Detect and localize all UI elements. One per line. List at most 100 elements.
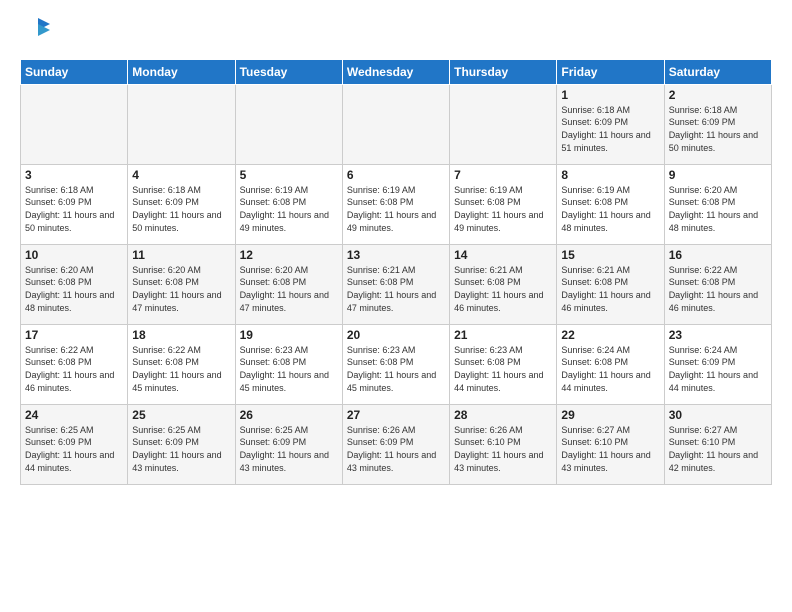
day-info: Sunrise: 6:18 AM Sunset: 6:09 PM Dayligh… [561, 104, 659, 154]
day-info: Sunrise: 6:21 AM Sunset: 6:08 PM Dayligh… [347, 264, 445, 314]
calendar-cell: 21Sunrise: 6:23 AM Sunset: 6:08 PM Dayli… [450, 324, 557, 404]
calendar-week-row: 17Sunrise: 6:22 AM Sunset: 6:08 PM Dayli… [21, 324, 772, 404]
day-number: 20 [347, 328, 445, 342]
calendar-week-row: 3 Sunrise: 6:18 AM Sunset: 6:09 PM Daylig… [21, 164, 772, 244]
calendar-cell: 27 Sunrise: 6:26 AM Sunset: 6:09 PM Dayli… [342, 404, 449, 484]
weekday-header-monday: Monday [128, 59, 235, 84]
weekday-header-sunday: Sunday [21, 59, 128, 84]
day-number: 13 [347, 248, 445, 262]
calendar-cell: 5 Sunrise: 6:19 AM Sunset: 6:08 PM Daylig… [235, 164, 342, 244]
weekday-header-wednesday: Wednesday [342, 59, 449, 84]
day-info: Sunrise: 6:20 AM Sunset: 6:08 PM Dayligh… [25, 264, 123, 314]
calendar-cell: 22 Sunrise: 6:24 AM Sunset: 6:08 PM Dayli… [557, 324, 664, 404]
day-number: 9 [669, 168, 767, 182]
day-number: 8 [561, 168, 659, 182]
calendar-cell: 7Sunrise: 6:19 AM Sunset: 6:08 PM Daylig… [450, 164, 557, 244]
calendar-cell: 26 Sunrise: 6:25 AM Sunset: 6:09 PM Dayli… [235, 404, 342, 484]
day-number: 6 [347, 168, 445, 182]
day-number: 23 [669, 328, 767, 342]
day-number: 4 [132, 168, 230, 182]
calendar-cell: 18 Sunrise: 6:22 AM Sunset: 6:08 PM Dayli… [128, 324, 235, 404]
weekday-header-tuesday: Tuesday [235, 59, 342, 84]
day-info: Sunrise: 6:21 AM Sunset: 6:08 PM Dayligh… [454, 264, 552, 314]
calendar-cell [21, 84, 128, 164]
day-info: Sunrise: 6:18 AM Sunset: 6:09 PM Dayligh… [132, 184, 230, 234]
day-info: Sunrise: 6:25 AM Sunset: 6:09 PM Dayligh… [240, 424, 338, 474]
calendar-cell: 24Sunrise: 6:25 AM Sunset: 6:09 PM Dayli… [21, 404, 128, 484]
day-number: 25 [132, 408, 230, 422]
logo-text [20, 16, 52, 49]
day-info: Sunrise: 6:26 AM Sunset: 6:09 PM Dayligh… [347, 424, 445, 474]
day-info: Sunrise: 6:24 AM Sunset: 6:08 PM Dayligh… [561, 344, 659, 394]
day-number: 10 [25, 248, 123, 262]
day-info: Sunrise: 6:26 AM Sunset: 6:10 PM Dayligh… [454, 424, 552, 474]
day-number: 7 [454, 168, 552, 182]
calendar-cell: 12 Sunrise: 6:20 AM Sunset: 6:08 PM Dayli… [235, 244, 342, 324]
day-number: 22 [561, 328, 659, 342]
calendar-cell: 23 Sunrise: 6:24 AM Sunset: 6:09 PM Dayli… [664, 324, 771, 404]
weekday-header-thursday: Thursday [450, 59, 557, 84]
calendar-cell: 19 Sunrise: 6:23 AM Sunset: 6:08 PM Dayli… [235, 324, 342, 404]
calendar-cell [450, 84, 557, 164]
day-number: 26 [240, 408, 338, 422]
day-number: 14 [454, 248, 552, 262]
calendar-cell: 6 Sunrise: 6:19 AM Sunset: 6:08 PM Daylig… [342, 164, 449, 244]
day-number: 27 [347, 408, 445, 422]
calendar-week-row: 1 Sunrise: 6:18 AM Sunset: 6:09 PM Daylig… [21, 84, 772, 164]
calendar-cell: 30 Sunrise: 6:27 AM Sunset: 6:10 PM Dayli… [664, 404, 771, 484]
calendar-cell: 20 Sunrise: 6:23 AM Sunset: 6:08 PM Dayli… [342, 324, 449, 404]
day-info: Sunrise: 6:18 AM Sunset: 6:09 PM Dayligh… [25, 184, 123, 234]
day-info: Sunrise: 6:20 AM Sunset: 6:08 PM Dayligh… [132, 264, 230, 314]
day-number: 15 [561, 248, 659, 262]
calendar-cell: 3 Sunrise: 6:18 AM Sunset: 6:09 PM Daylig… [21, 164, 128, 244]
day-number: 28 [454, 408, 552, 422]
day-info: Sunrise: 6:20 AM Sunset: 6:08 PM Dayligh… [669, 184, 767, 234]
calendar-cell: 1 Sunrise: 6:18 AM Sunset: 6:09 PM Daylig… [557, 84, 664, 164]
day-info: Sunrise: 6:23 AM Sunset: 6:08 PM Dayligh… [347, 344, 445, 394]
day-info: Sunrise: 6:23 AM Sunset: 6:08 PM Dayligh… [240, 344, 338, 394]
day-number: 30 [669, 408, 767, 422]
calendar-table: SundayMondayTuesdayWednesdayThursdayFrid… [20, 59, 772, 485]
day-number: 16 [669, 248, 767, 262]
calendar-cell: 2 Sunrise: 6:18 AM Sunset: 6:09 PM Daylig… [664, 84, 771, 164]
day-number: 3 [25, 168, 123, 182]
day-number: 18 [132, 328, 230, 342]
day-info: Sunrise: 6:23 AM Sunset: 6:08 PM Dayligh… [454, 344, 552, 394]
day-info: Sunrise: 6:27 AM Sunset: 6:10 PM Dayligh… [669, 424, 767, 474]
header [20, 16, 772, 49]
calendar-cell: 9 Sunrise: 6:20 AM Sunset: 6:08 PM Daylig… [664, 164, 771, 244]
calendar-cell: 17Sunrise: 6:22 AM Sunset: 6:08 PM Dayli… [21, 324, 128, 404]
calendar-cell: 11 Sunrise: 6:20 AM Sunset: 6:08 PM Dayli… [128, 244, 235, 324]
calendar-cell [342, 84, 449, 164]
day-info: Sunrise: 6:21 AM Sunset: 6:08 PM Dayligh… [561, 264, 659, 314]
day-info: Sunrise: 6:22 AM Sunset: 6:08 PM Dayligh… [669, 264, 767, 314]
day-info: Sunrise: 6:25 AM Sunset: 6:09 PM Dayligh… [132, 424, 230, 474]
calendar-cell: 16 Sunrise: 6:22 AM Sunset: 6:08 PM Dayli… [664, 244, 771, 324]
day-info: Sunrise: 6:19 AM Sunset: 6:08 PM Dayligh… [240, 184, 338, 234]
calendar-cell [235, 84, 342, 164]
calendar-cell: 14 Sunrise: 6:21 AM Sunset: 6:08 PM Dayli… [450, 244, 557, 324]
logo [20, 16, 52, 49]
weekday-header-friday: Friday [557, 59, 664, 84]
day-info: Sunrise: 6:22 AM Sunset: 6:08 PM Dayligh… [132, 344, 230, 394]
day-info: Sunrise: 6:19 AM Sunset: 6:08 PM Dayligh… [347, 184, 445, 234]
page: SundayMondayTuesdayWednesdayThursdayFrid… [0, 0, 792, 495]
day-info: Sunrise: 6:18 AM Sunset: 6:09 PM Dayligh… [669, 104, 767, 154]
calendar-cell: 28 Sunrise: 6:26 AM Sunset: 6:10 PM Dayli… [450, 404, 557, 484]
day-number: 11 [132, 248, 230, 262]
logo-flag-icon [24, 16, 52, 44]
day-number: 19 [240, 328, 338, 342]
day-number: 1 [561, 88, 659, 102]
calendar-cell: 25 Sunrise: 6:25 AM Sunset: 6:09 PM Dayli… [128, 404, 235, 484]
day-info: Sunrise: 6:20 AM Sunset: 6:08 PM Dayligh… [240, 264, 338, 314]
day-info: Sunrise: 6:25 AM Sunset: 6:09 PM Dayligh… [25, 424, 123, 474]
header-row: SundayMondayTuesdayWednesdayThursdayFrid… [21, 59, 772, 84]
day-number: 5 [240, 168, 338, 182]
day-number: 2 [669, 88, 767, 102]
calendar-cell: 4 Sunrise: 6:18 AM Sunset: 6:09 PM Daylig… [128, 164, 235, 244]
day-number: 12 [240, 248, 338, 262]
calendar-week-row: 24Sunrise: 6:25 AM Sunset: 6:09 PM Dayli… [21, 404, 772, 484]
calendar-cell: 29Sunrise: 6:27 AM Sunset: 6:10 PM Dayli… [557, 404, 664, 484]
day-info: Sunrise: 6:24 AM Sunset: 6:09 PM Dayligh… [669, 344, 767, 394]
calendar-cell: 10 Sunrise: 6:20 AM Sunset: 6:08 PM Dayli… [21, 244, 128, 324]
